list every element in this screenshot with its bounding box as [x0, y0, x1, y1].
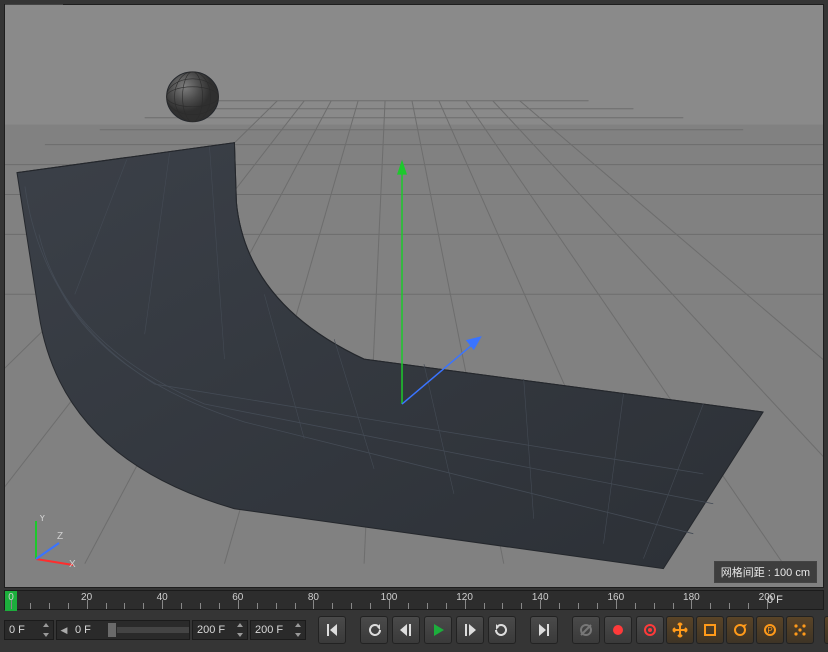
tick-label: 180 — [683, 592, 700, 603]
preview-start-value: 0 F — [71, 620, 107, 640]
tick — [484, 603, 485, 609]
timeline-ruler[interactable]: 020406080100120140160180200 0 F — [4, 590, 824, 610]
tick — [295, 603, 296, 609]
tick — [446, 603, 447, 609]
loop-fwd-button[interactable] — [488, 616, 516, 644]
slider-prev-icon[interactable]: ◀ — [57, 621, 71, 639]
tick — [673, 603, 674, 609]
range-start-field[interactable]: 0 F — [4, 620, 54, 640]
tick — [578, 603, 579, 609]
tick-label: 20 — [81, 592, 92, 603]
tick — [654, 603, 655, 609]
goto-start-button[interactable] — [318, 616, 346, 644]
tick — [276, 603, 277, 609]
tick — [200, 603, 201, 609]
tick — [559, 603, 560, 609]
tick — [502, 603, 503, 609]
tick-label: 160 — [607, 592, 624, 603]
tick-label: 140 — [532, 592, 549, 603]
preview-end-value: 200 F — [197, 624, 225, 636]
loop-back-button[interactable] — [360, 616, 388, 644]
tick — [597, 603, 598, 609]
tick-label: 40 — [157, 592, 168, 603]
range-start-value: 0 F — [9, 624, 25, 636]
goto-end-button[interactable] — [530, 616, 558, 644]
tick-label: 60 — [232, 592, 243, 603]
tick — [408, 603, 409, 609]
points-tool-button[interactable] — [786, 616, 814, 644]
tick — [521, 603, 522, 609]
range-end-field[interactable]: 200 F — [250, 620, 306, 640]
tick — [124, 603, 125, 609]
tick — [635, 603, 636, 609]
axis-widget: Y X Z — [21, 515, 81, 569]
autokey-button[interactable] — [636, 616, 664, 644]
step-back-button[interactable] — [392, 616, 420, 644]
tick — [332, 603, 333, 609]
record-disabled-button[interactable] — [572, 616, 600, 644]
viewport-canvas — [5, 5, 823, 587]
param-tool-button[interactable]: P — [756, 616, 784, 644]
tick — [427, 603, 428, 609]
tick — [729, 603, 730, 609]
svg-text:P: P — [767, 626, 772, 635]
tick — [219, 603, 220, 609]
record-button[interactable] — [604, 616, 632, 644]
tick-label: 80 — [308, 592, 319, 603]
grid-spacing-label: 网格间距 : 100 cm — [714, 561, 817, 583]
scene-3d[interactable]: Y X Z — [5, 5, 823, 587]
tick — [68, 603, 69, 609]
tick — [710, 603, 711, 609]
tick-label: 120 — [456, 592, 473, 603]
tick — [49, 603, 50, 609]
play-button[interactable] — [424, 616, 452, 644]
tick — [143, 603, 144, 609]
svg-text:Z: Z — [57, 531, 63, 542]
tick — [106, 603, 107, 609]
render-button[interactable] — [824, 616, 828, 644]
preview-range-slider[interactable]: ◀ 0 F — [56, 620, 190, 640]
svg-text:X: X — [69, 559, 76, 569]
tick — [351, 603, 352, 609]
step-fwd-button[interactable] — [456, 616, 484, 644]
tick — [30, 603, 31, 609]
rotate-tool-button[interactable] — [726, 616, 754, 644]
scale-tool-button[interactable] — [696, 616, 724, 644]
svg-text:Y: Y — [39, 515, 46, 524]
tick-label: 100 — [381, 592, 398, 603]
tick — [748, 603, 749, 609]
move-tool-button[interactable] — [666, 616, 694, 644]
preview-end-field[interactable]: 200 F — [192, 620, 248, 640]
current-frame-readout: 0 F — [763, 591, 819, 609]
tick — [181, 603, 182, 609]
range-end-value: 200 F — [255, 624, 283, 636]
tick — [257, 603, 258, 609]
viewport[interactable]: 透视视图 — [4, 4, 824, 588]
tick — [370, 603, 371, 609]
tick-label: 0 — [8, 592, 14, 603]
